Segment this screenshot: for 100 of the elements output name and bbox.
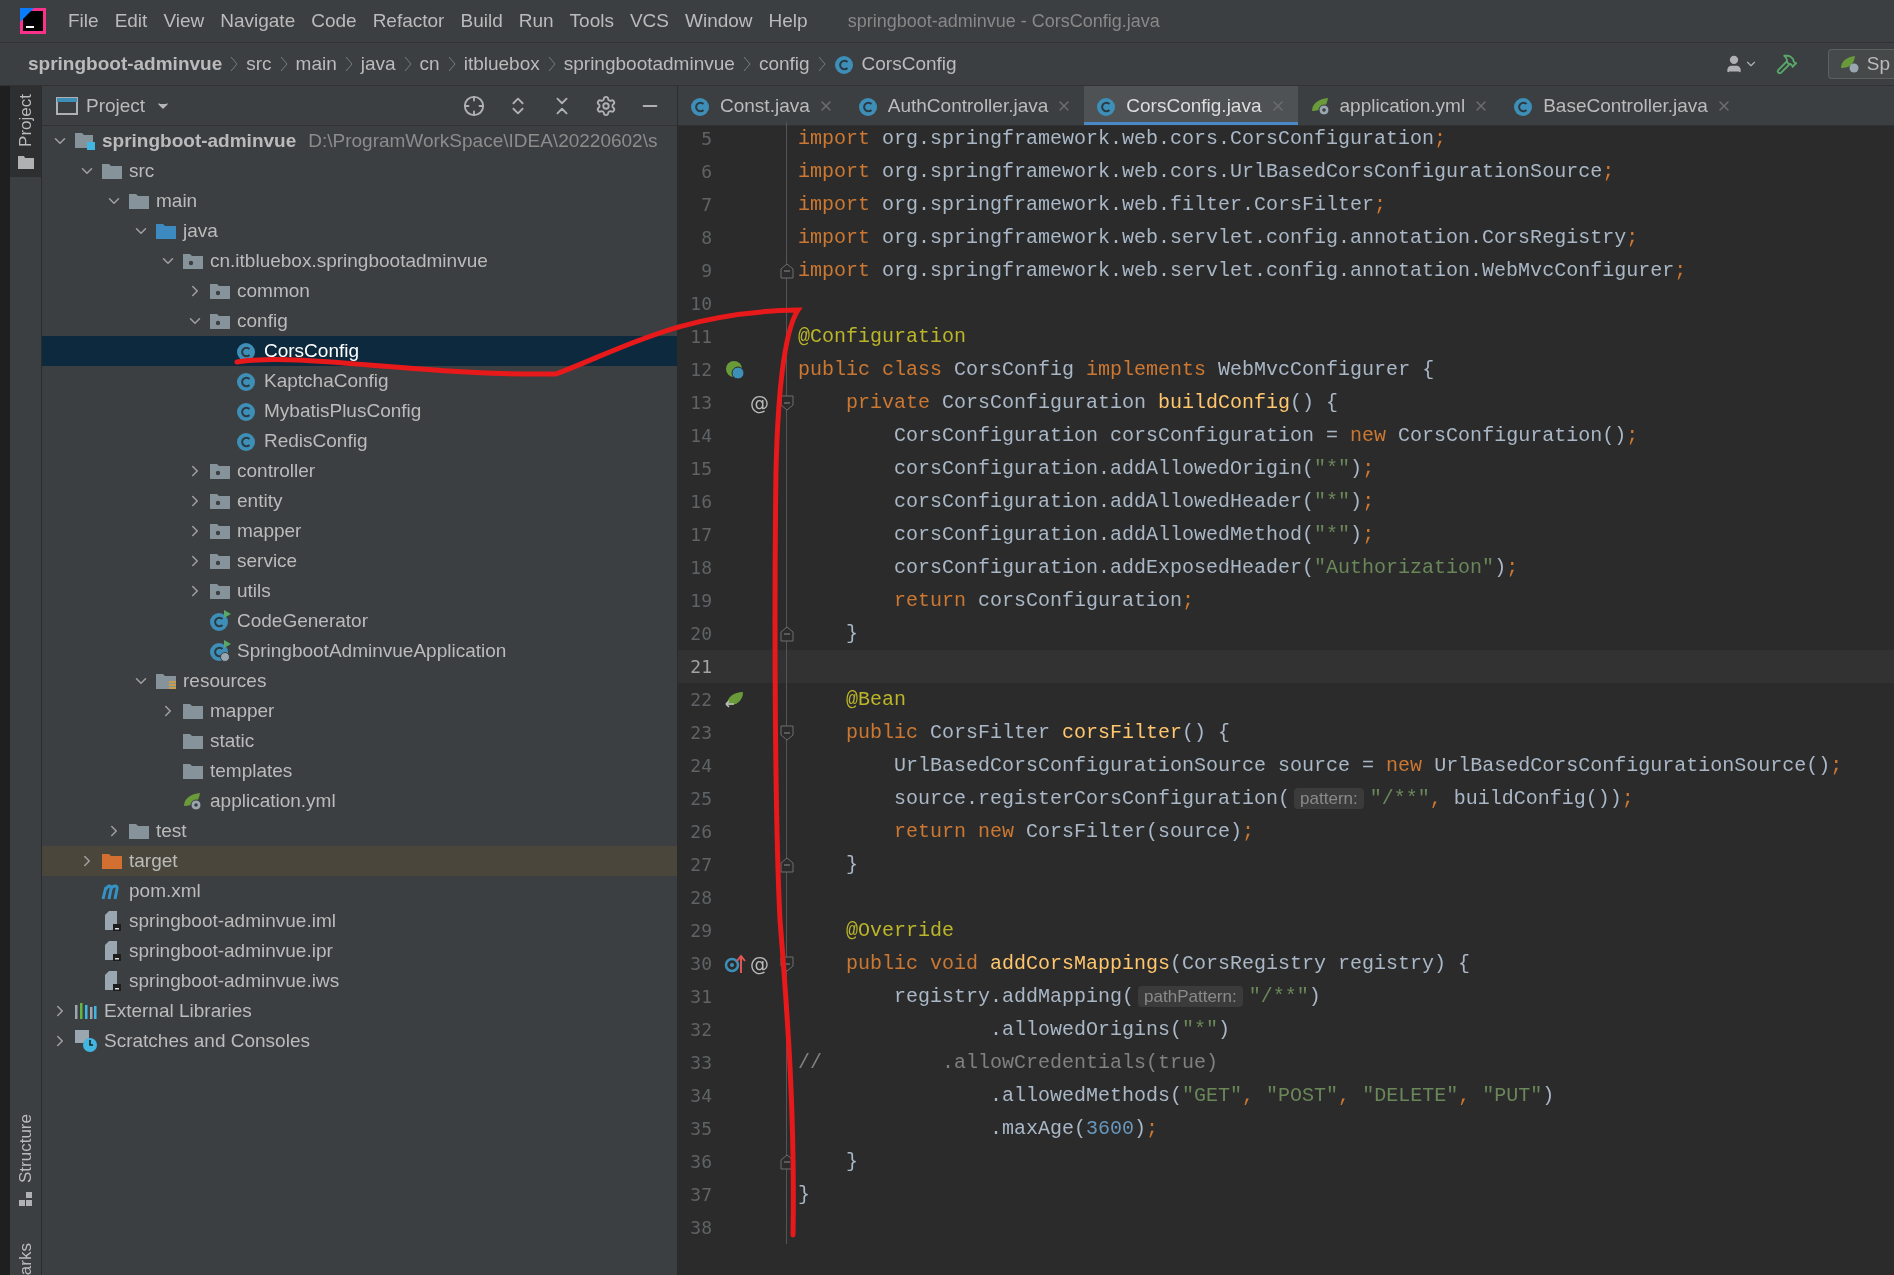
fold-marker-icon[interactable] <box>780 856 794 873</box>
tree-item[interactable]: target <box>42 846 677 876</box>
code-line: // .allowCredentials(true) <box>798 1051 1219 1074</box>
tree-item[interactable]: Scratches and Consoles <box>42 1026 677 1056</box>
line-number: 15 <box>689 458 713 479</box>
fold-marker-icon[interactable] <box>780 724 794 741</box>
menu-item[interactable]: VCS <box>621 10 677 32</box>
editor-tab[interactable]: CorsConfig.java <box>1084 86 1298 125</box>
breadcrumb-item[interactable]: java <box>360 53 396 75</box>
override-icon[interactable] <box>724 952 746 975</box>
menu-item[interactable]: View <box>155 10 213 32</box>
breadcrumb-item[interactable]: springbootadminvue <box>563 53 735 75</box>
tree-item[interactable]: src <box>42 156 677 186</box>
fold-marker-icon[interactable] <box>780 262 794 279</box>
bookmarks-tool-tab[interactable]: arks <box>10 1234 41 1275</box>
tree-item[interactable]: resources <box>42 666 677 696</box>
tree-item-label: java <box>183 220 218 242</box>
folder-icon <box>155 671 177 691</box>
tree-item[interactable]: RedisConfig <box>42 426 677 456</box>
code-line: .allowedOrigins("*") <box>989 1018 1231 1041</box>
gutter-mark[interactable]: @ <box>750 952 769 975</box>
tree-item[interactable]: config <box>42 306 677 336</box>
tree-item[interactable]: SpringbootAdminvueApplication <box>42 636 677 666</box>
tree-item-label: controller <box>237 460 316 482</box>
menu-item[interactable]: Edit <box>106 10 156 32</box>
code-line: public class CorsConfig implements WebMvcConfigurer { <box>798 358 1435 381</box>
tree-item[interactable]: CodeGenerator <box>42 606 677 636</box>
menu-item[interactable]: Build <box>452 10 511 32</box>
fold-marker-icon[interactable] <box>780 625 794 642</box>
run-configuration-button[interactable]: Sp <box>1827 49 1894 79</box>
tree-item-label: External Libraries <box>104 1000 252 1022</box>
editor-tab[interactable]: BaseController.java <box>1501 86 1744 125</box>
menu-item[interactable]: Run <box>510 10 562 32</box>
breadcrumb-item[interactable]: cn <box>419 53 440 75</box>
tree-item-label: test <box>156 820 187 842</box>
structure-tool-tab[interactable]: Structure <box>10 1105 41 1215</box>
tree-item[interactable]: common <box>42 276 677 306</box>
tree-item[interactable]: controller <box>42 456 677 486</box>
tree-item[interactable]: springboot-adminvue D:\ProgramWorkSpace\IDEA\20220602\s <box>42 126 677 156</box>
tree-item[interactable]: application.yml <box>42 786 677 816</box>
tree-item[interactable]: springboot-adminvue.ipr <box>42 936 677 966</box>
tree-item[interactable]: java <box>42 216 677 246</box>
tree-item[interactable]: KaptchaConfig <box>42 366 677 396</box>
breadcrumb-separator-icon <box>403 56 412 72</box>
tree-item[interactable]: static <box>42 726 677 756</box>
tree-item[interactable]: test <box>42 816 677 846</box>
menu-item[interactable]: Tools <box>561 10 622 32</box>
menu-item[interactable]: Navigate <box>212 10 304 32</box>
breadcrumb-separator-icon <box>447 56 456 72</box>
tree-item[interactable]: MybatisPlusConfig <box>42 396 677 426</box>
folder-icon <box>101 851 123 871</box>
tree-item[interactable]: springboot-adminvue.iws <box>42 966 677 996</box>
tree-item[interactable]: entity <box>42 486 677 516</box>
package-icon <box>182 251 204 271</box>
tree-item[interactable]: mapper <box>42 516 677 546</box>
line-number: 27 <box>689 854 713 875</box>
menu-item[interactable]: Help <box>760 10 816 32</box>
breadcrumb-item[interactable]: src <box>246 53 272 75</box>
project-view-dropdown[interactable]: Project <box>86 94 172 117</box>
tree-item-label: springboot-adminvue.iml <box>129 910 336 932</box>
breadcrumb-item[interactable]: springboot-adminvue <box>28 53 223 75</box>
line-number: 8 <box>700 227 713 248</box>
project-tool-tab[interactable]: Project <box>10 86 41 177</box>
breadcrumb-item[interactable]: itbluebox <box>463 53 540 75</box>
breadcrumb-item[interactable]: config <box>758 53 810 75</box>
breadcrumb-item[interactable]: CorsConfig <box>833 53 957 75</box>
tree-item[interactable]: main <box>42 186 677 216</box>
code-line: } <box>798 1183 810 1206</box>
menu-item[interactable]: Refactor <box>364 10 453 32</box>
tree-item-label: springboot-adminvue.ipr <box>129 940 333 962</box>
spring-bean-icon[interactable] <box>724 358 746 381</box>
gutter-mark[interactable]: @ <box>750 391 769 414</box>
tree-item[interactable]: utils <box>42 576 677 606</box>
breadcrumb-item[interactable]: main <box>295 53 337 75</box>
tree-item[interactable]: service <box>42 546 677 576</box>
menu-item[interactable]: Window <box>677 10 761 32</box>
line-number: 21 <box>689 656 713 677</box>
tree-item-label: templates <box>210 760 293 782</box>
menu-item[interactable]: File <box>60 10 107 32</box>
code-line: private CorsConfiguration buildConfig() { <box>845 391 1339 414</box>
editor-tab[interactable]: AuthController.java <box>845 86 1085 125</box>
tree-item[interactable]: CorsConfig <box>42 336 677 366</box>
tree-item[interactable]: templates <box>42 756 677 786</box>
editor-tab[interactable]: Const.java <box>678 86 846 125</box>
line-number: 36 <box>689 1151 713 1172</box>
menu-item[interactable]: Code <box>303 10 365 32</box>
tree-item[interactable]: pom.xml <box>42 876 677 906</box>
tree-item[interactable]: springboot-adminvue.iml <box>42 906 677 936</box>
tree-item[interactable]: mapper <box>42 696 677 726</box>
editor-tab[interactable]: application.yml <box>1297 86 1502 125</box>
package-icon <box>209 581 231 601</box>
scratch-clock-icon <box>74 1029 98 1053</box>
app-logo-icon <box>20 8 46 34</box>
tree-item[interactable]: External Libraries <box>42 996 677 1026</box>
tree-item-label: src <box>129 160 155 182</box>
tree-item[interactable]: cn.itbluebox.springbootadminvue <box>42 246 677 276</box>
line-number: 34 <box>689 1085 713 1106</box>
code-line: } <box>845 1150 858 1173</box>
line-number: 19 <box>689 590 713 611</box>
tree-item-label: RedisConfig <box>264 430 368 452</box>
